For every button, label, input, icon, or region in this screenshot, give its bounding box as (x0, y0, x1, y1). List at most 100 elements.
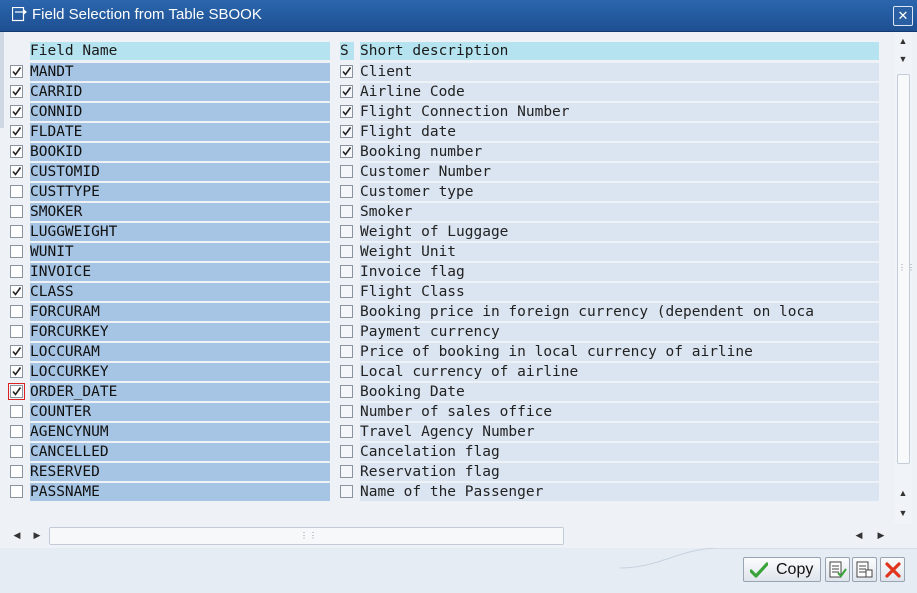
row-checkbox[interactable] (10, 345, 23, 358)
select-column-checkbox[interactable] (340, 205, 353, 218)
select-column-checkbox[interactable] (340, 445, 353, 458)
column-header-select[interactable]: S (340, 42, 354, 60)
scroll-up-icon[interactable]: ▼ (896, 52, 910, 66)
row-checkbox[interactable] (10, 145, 23, 158)
short-description-cell[interactable]: Weight Unit (360, 243, 879, 261)
row-checkbox[interactable] (10, 225, 23, 238)
select-column-checkbox[interactable] (340, 305, 353, 318)
select-column-checkbox[interactable] (340, 325, 353, 338)
short-description-cell[interactable]: Booking price in foreign currency (depen… (360, 303, 879, 321)
row-checkbox[interactable] (10, 245, 23, 258)
scroll-left-end-icon[interactable]: ◀ (10, 528, 24, 542)
short-description-cell[interactable]: Name of the Passenger (360, 483, 879, 501)
row-checkbox[interactable] (10, 285, 23, 298)
row-checkbox[interactable] (10, 125, 23, 138)
table-row[interactable]: CARRID Airline Code (4, 82, 894, 102)
table-row[interactable]: FORCURKEY Payment currency (4, 322, 894, 342)
select-column-checkbox[interactable] (340, 425, 353, 438)
column-header-field-name[interactable]: Field Name (30, 42, 330, 60)
copy-button[interactable]: Copy (743, 557, 821, 582)
table-row[interactable]: FLDATE Flight date (4, 122, 894, 142)
select-column-checkbox[interactable] (340, 465, 353, 478)
short-description-cell[interactable]: Customer Number (360, 163, 879, 181)
row-checkbox[interactable] (10, 405, 23, 418)
row-checkbox[interactable] (10, 425, 23, 438)
field-name-cell[interactable]: AGENCYNUM (30, 423, 330, 441)
short-description-cell[interactable]: Flight Connection Number (360, 103, 879, 121)
table-row[interactable]: CANCELLED Cancelation flag (4, 442, 894, 462)
scroll-left-icon[interactable]: ▶ (30, 528, 44, 542)
row-checkbox[interactable] (8, 383, 25, 400)
select-column-checkbox[interactable] (340, 345, 353, 358)
field-name-cell[interactable]: CUSTOMID (30, 163, 330, 181)
select-all-button[interactable] (825, 557, 850, 582)
select-column-checkbox[interactable] (340, 125, 353, 138)
table-row[interactable]: PASSNAME Name of the Passenger (4, 482, 894, 502)
table-row[interactable]: LOCCURKEY Local currency of airline (4, 362, 894, 382)
select-column-checkbox[interactable] (340, 225, 353, 238)
short-description-cell[interactable]: Price of booking in local currency of ai… (360, 343, 879, 361)
select-column-checkbox[interactable] (340, 185, 353, 198)
row-checkbox[interactable] (10, 265, 23, 278)
scroll-right-end-icon[interactable]: ▶ (874, 528, 888, 542)
row-checkbox[interactable] (10, 165, 23, 178)
table-row[interactable]: CLASS Flight Class (4, 282, 894, 302)
row-checkbox[interactable] (10, 105, 23, 118)
row-checkbox[interactable] (10, 485, 23, 498)
select-column-checkbox[interactable] (340, 65, 353, 78)
horizontal-scroll-thumb[interactable]: ⋮⋮ (49, 527, 564, 545)
row-checkbox[interactable] (10, 205, 23, 218)
short-description-cell[interactable]: Travel Agency Number (360, 423, 879, 441)
short-description-cell[interactable]: Flight date (360, 123, 879, 141)
cancel-button[interactable] (880, 557, 905, 582)
short-description-cell[interactable]: Reservation flag (360, 463, 879, 481)
row-checkbox[interactable] (10, 65, 23, 78)
vertical-scrollbar[interactable]: ▲ ▼ ⋮⋮ ▲ ▼ (894, 32, 915, 524)
field-name-cell[interactable]: SMOKER (30, 203, 330, 221)
horizontal-scrollbar[interactable]: ◀ ▶ ⋮⋮ ◀ ▶ (4, 526, 894, 545)
short-description-cell[interactable]: Local currency of airline (360, 363, 879, 381)
scroll-top-icon[interactable]: ▲ (896, 34, 910, 48)
field-name-cell[interactable]: MANDT (30, 63, 330, 81)
select-column-checkbox[interactable] (340, 145, 353, 158)
select-column-checkbox[interactable] (340, 85, 353, 98)
vertical-scroll-thumb[interactable]: ⋮⋮ (897, 74, 915, 464)
short-description-cell[interactable]: Invoice flag (360, 263, 879, 281)
field-name-cell[interactable]: LOCCURAM (30, 343, 330, 361)
field-name-cell[interactable]: WUNIT (30, 243, 330, 261)
column-header-short-description[interactable]: Short description (360, 42, 879, 60)
table-row[interactable]: LUGGWEIGHT Weight of Luggage (4, 222, 894, 242)
short-description-cell[interactable]: Airline Code (360, 83, 879, 101)
select-column-checkbox[interactable] (340, 285, 353, 298)
table-row[interactable]: CUSTOMID Customer Number (4, 162, 894, 182)
row-checkbox[interactable] (10, 465, 23, 478)
short-description-cell[interactable]: Customer type (360, 183, 879, 201)
field-name-cell[interactable]: FLDATE (30, 123, 330, 141)
field-name-cell[interactable]: RESERVED (30, 463, 330, 481)
short-description-cell[interactable]: Smoker (360, 203, 879, 221)
select-column-checkbox[interactable] (340, 385, 353, 398)
table-row[interactable]: MANDT Client (4, 62, 894, 82)
table-row[interactable]: COUNTER Number of sales office (4, 402, 894, 422)
table-row[interactable]: ORDER_DATE Booking Date (4, 382, 894, 402)
row-checkbox[interactable] (10, 445, 23, 458)
select-column-checkbox[interactable] (340, 245, 353, 258)
field-name-cell[interactable]: CONNID (30, 103, 330, 121)
table-row[interactable]: CONNID Flight Connection Number (4, 102, 894, 122)
close-icon[interactable]: ✕ (893, 6, 913, 26)
short-description-cell[interactable]: Client (360, 63, 879, 81)
field-name-cell[interactable]: PASSNAME (30, 483, 330, 501)
field-name-cell[interactable]: CARRID (30, 83, 330, 101)
select-column-checkbox[interactable] (340, 405, 353, 418)
short-description-cell[interactable]: Booking number (360, 143, 879, 161)
select-column-checkbox[interactable] (340, 485, 353, 498)
field-name-cell[interactable]: LOCCURKEY (30, 363, 330, 381)
table-row[interactable]: INVOICE Invoice flag (4, 262, 894, 282)
row-checkbox[interactable] (10, 365, 23, 378)
field-name-cell[interactable]: LUGGWEIGHT (30, 223, 330, 241)
field-name-cell[interactable]: INVOICE (30, 263, 330, 281)
select-column-checkbox[interactable] (340, 165, 353, 178)
row-checkbox[interactable] (10, 305, 23, 318)
table-row[interactable]: WUNIT Weight Unit (4, 242, 894, 262)
scroll-right-icon[interactable]: ◀ (852, 528, 866, 542)
